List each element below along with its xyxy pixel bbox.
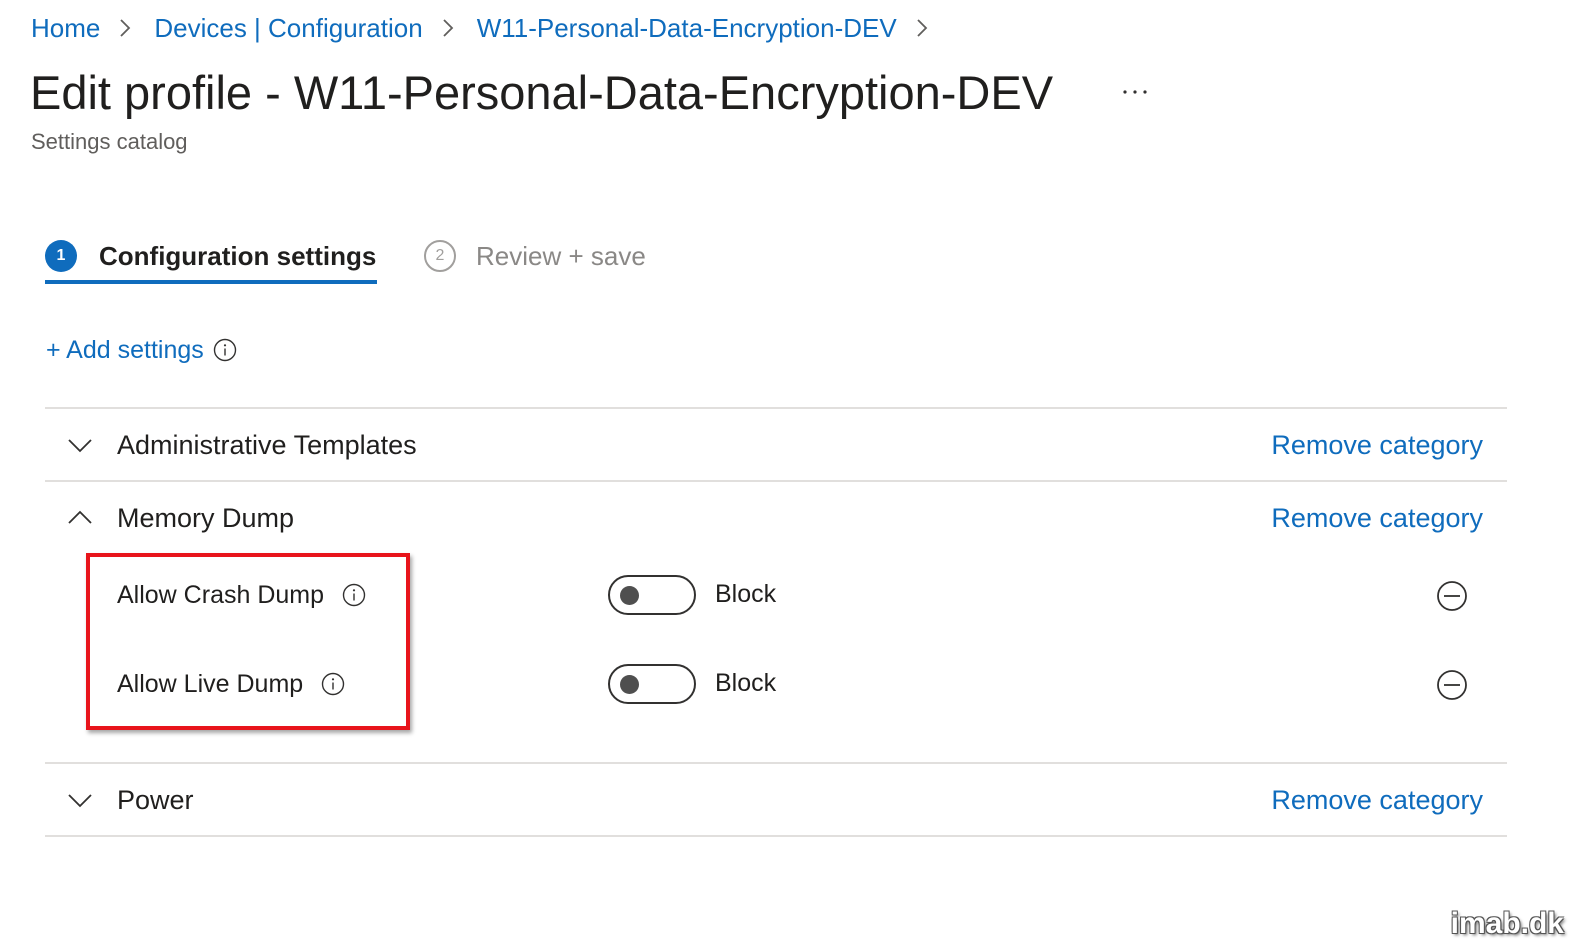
add-settings-label: + Add settings: [46, 335, 204, 364]
divider: [45, 407, 1507, 409]
allow-live-dump-toggle[interactable]: [608, 664, 696, 704]
toggle-state-label: Block: [715, 669, 777, 697]
chevron-right-icon: [443, 19, 453, 37]
info-icon[interactable]: [321, 672, 345, 696]
toggle-state-label: Block: [715, 580, 777, 608]
breadcrumb-profile[interactable]: W11-Personal-Data-Encryption-DEV: [477, 13, 897, 44]
breadcrumb: Home Devices | Configuration W11-Persona…: [31, 10, 929, 46]
step-number-badge: 2: [424, 240, 456, 272]
category-title[interactable]: Memory Dump: [117, 502, 294, 534]
tab-configuration-settings[interactable]: 1 Configuration settings: [45, 228, 376, 284]
toggle-knob: [620, 586, 639, 605]
remove-category-button[interactable]: Remove category: [1271, 429, 1483, 461]
chevron-right-icon: [917, 19, 927, 37]
category-title[interactable]: Power: [117, 784, 194, 816]
tab-label: Review + save: [476, 240, 646, 271]
remove-circle-icon[interactable]: [1436, 580, 1468, 612]
add-settings-link[interactable]: + Add settings: [46, 334, 237, 366]
remove-category-button[interactable]: Remove category: [1271, 502, 1483, 534]
category-memory-dump: Memory Dump Remove category: [45, 498, 1507, 538]
divider: [45, 835, 1507, 837]
step-number-badge: 1: [45, 240, 77, 272]
remove-circle-icon[interactable]: [1436, 669, 1468, 701]
toggle-knob: [620, 675, 639, 694]
page-subtitle: Settings catalog: [31, 129, 188, 154]
category-title[interactable]: Administrative Templates: [117, 429, 417, 461]
category-administrative-templates: Administrative Templates Remove category: [45, 425, 1507, 465]
allow-crash-dump-toggle[interactable]: [608, 575, 696, 615]
chevron-up-icon[interactable]: [67, 506, 93, 530]
setting-label: Allow Live Dump: [117, 669, 304, 698]
remove-category-button[interactable]: Remove category: [1271, 784, 1483, 816]
info-icon[interactable]: [213, 338, 237, 362]
watermark: imab.dk: [1450, 907, 1564, 940]
tab-review-save[interactable]: 2 Review + save: [424, 228, 646, 284]
ellipsis-icon[interactable]: [1120, 80, 1150, 104]
setting-allow-live-dump: Allow Live Dump: [117, 667, 345, 701]
breadcrumb-devices-configuration[interactable]: Devices | Configuration: [154, 13, 422, 44]
active-tab-indicator: [45, 280, 377, 284]
chevron-down-icon[interactable]: [67, 788, 93, 812]
tab-label: Configuration settings: [99, 240, 377, 271]
breadcrumb-home[interactable]: Home: [31, 13, 100, 44]
page-title: Edit profile - W11-Personal-Data-Encrypt…: [30, 66, 1054, 119]
divider: [45, 480, 1507, 482]
chevron-right-icon: [120, 19, 131, 37]
setting-allow-crash-dump: Allow Crash Dump: [117, 578, 366, 612]
info-icon[interactable]: [342, 583, 366, 607]
chevron-down-icon[interactable]: [67, 433, 93, 457]
divider: [45, 762, 1507, 764]
category-power: Power Remove category: [45, 780, 1507, 820]
setting-label: Allow Crash Dump: [117, 580, 325, 609]
